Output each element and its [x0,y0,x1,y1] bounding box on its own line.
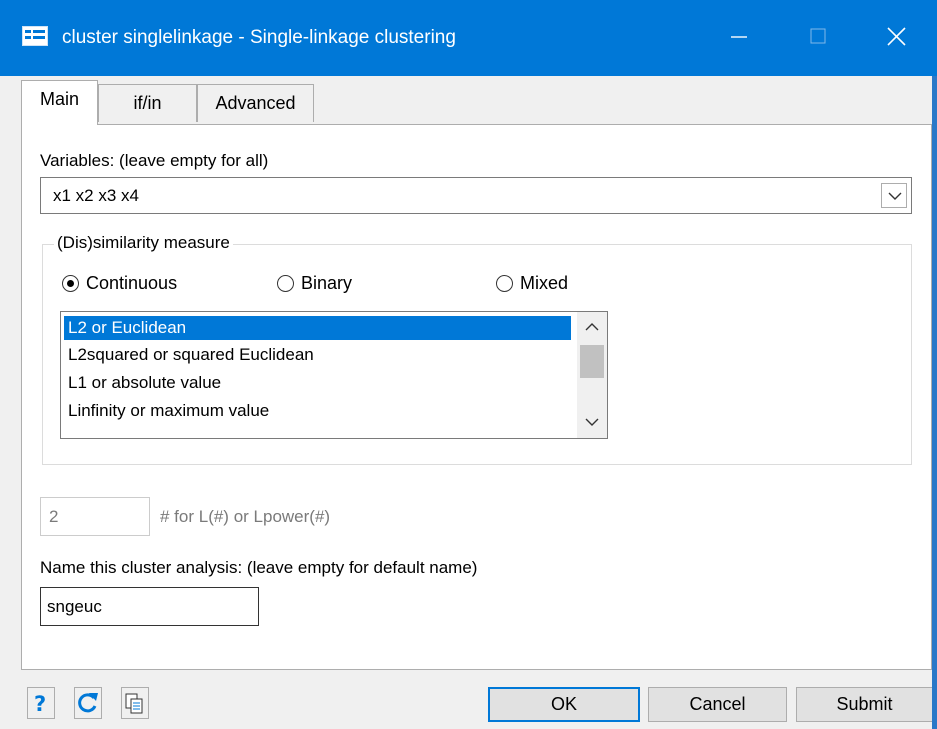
power-label: # for L(#) or Lpower(#) [160,507,331,526]
window-border [932,76,937,729]
radio-circle [62,275,79,292]
power-value: 2 [49,507,59,526]
radio-circle [496,275,513,292]
tab-advanced[interactable]: Advanced [197,84,314,122]
help-button[interactable]: ? [27,687,55,719]
chevron-down-icon[interactable] [585,418,599,427]
help-icon: ? [34,692,46,716]
minimize-icon [731,36,747,38]
list-item[interactable]: Linfinity or maximum value [64,399,269,423]
name-value: sngeuc [47,597,102,616]
list-item[interactable]: L2squared or squared Euclidean [64,343,314,367]
cancel-button[interactable]: Cancel [648,687,787,722]
close-icon [887,27,906,46]
chevron-down-icon [888,192,902,200]
title-bar: cluster singlelinkage - Single-linkage c… [0,0,937,76]
ok-button[interactable]: OK [488,687,640,722]
close-button[interactable] [859,0,937,76]
minimize-button[interactable] [703,0,781,76]
variables-label: Variables: (leave empty for all) [40,151,269,170]
copy-icon [125,693,143,714]
tab-if-in[interactable]: if/in [98,84,197,122]
chevron-up-icon[interactable] [585,322,599,331]
radio-binary-label: Binary [301,273,353,293]
maximize-button[interactable] [781,0,859,76]
scrollbar-thumb[interactable] [580,345,604,378]
radio-circle [277,275,294,292]
dissimilarity-group-title: (Dis)similarity measure [54,233,233,253]
power-input[interactable]: 2 [40,497,150,536]
app-icon [22,26,48,46]
variables-combobox[interactable]: x1 x2 x3 x4 [40,177,912,214]
list-item[interactable]: L2 or Euclidean [64,316,571,340]
tab-main[interactable]: Main [21,80,98,125]
copy-button[interactable] [121,687,149,719]
listbox-scrollbar[interactable] [577,312,607,438]
variables-dropdown-button[interactable] [881,183,907,208]
svg-text:?: ? [34,692,46,716]
variables-value: x1 x2 x3 x4 [53,186,139,205]
radio-mixed-label: Mixed [520,273,569,293]
measure-listbox[interactable]: L2 or Euclidean L2squared or squared Euc… [60,311,608,439]
name-label: Name this cluster analysis: (leave empty… [40,558,478,577]
reset-icon [78,693,98,713]
reset-button[interactable] [74,687,102,719]
name-input[interactable]: sngeuc [40,587,259,626]
submit-button[interactable]: Submit [796,687,933,722]
list-item[interactable]: L1 or absolute value [64,371,221,395]
maximize-icon [810,28,826,44]
radio-continuous-label: Continuous [86,273,178,293]
window-title: cluster singlelinkage - Single-linkage c… [62,27,456,48]
radio-dot [67,280,74,287]
